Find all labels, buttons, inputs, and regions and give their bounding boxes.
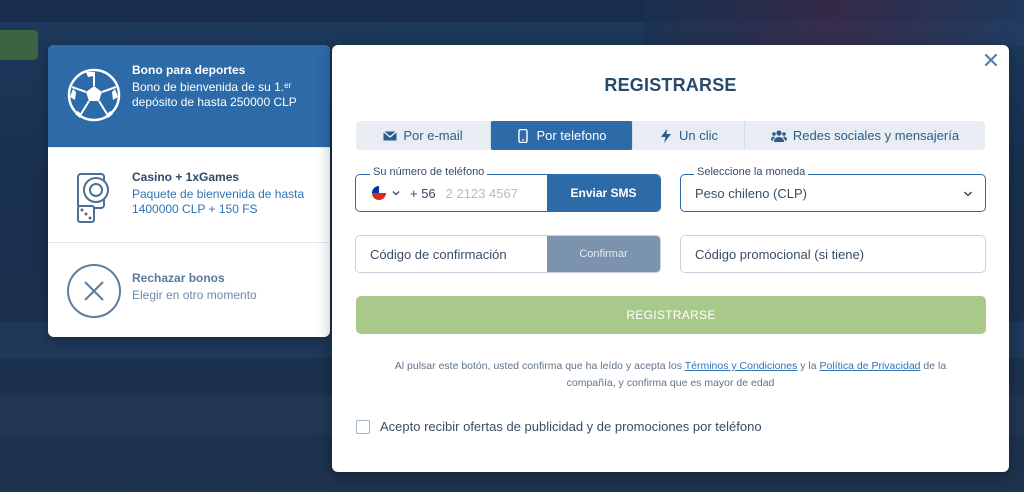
promo-code-input[interactable] <box>695 246 965 262</box>
modal-title: REGISTRARSE <box>604 75 737 95</box>
bonus-panel: Bono para deportes Bono de bienvenida de… <box>48 45 330 337</box>
tab-social[interactable]: Redes sociales y mensajería <box>745 121 985 150</box>
bonus-option-reject[interactable]: Rechazar bonos Elegir en otro momento <box>48 243 330 337</box>
tab-email[interactable]: Por e-mail <box>356 121 491 150</box>
tab-one-click[interactable]: Un clic <box>633 121 745 150</box>
chevron-down-icon[interactable] <box>392 189 400 197</box>
currency-value: Peso chileno (CLP) <box>695 185 807 201</box>
registration-tabs: Por e-mail Por telefono Un clic Redes so… <box>356 121 985 150</box>
casino-chips-icon <box>77 173 109 223</box>
tab-label: Por telefono <box>536 128 607 143</box>
currency-label: Seleccione la moneda <box>694 166 809 178</box>
bonus-option-casino[interactable]: Casino + 1xGames Paquete de bienvenida d… <box>48 148 330 243</box>
send-sms-button[interactable]: Enviar SMS <box>547 175 660 211</box>
registration-modal: ✕ REGISTRARSE Por e-mail Por telefono Un… <box>332 45 1009 472</box>
tab-phone[interactable]: Por telefono <box>491 121 633 150</box>
consent-row: Acepto recibir ofertas de publicidad y d… <box>356 419 762 434</box>
close-icon[interactable]: ✕ <box>981 50 1001 72</box>
terms-text-pre: Al pulsar este botón, usted confirma que… <box>394 360 685 372</box>
bonus-description: Elegir en otro momento <box>132 288 257 302</box>
phone-icon <box>518 128 529 143</box>
phone-input[interactable] <box>445 185 546 201</box>
confirmation-code-input[interactable] <box>370 246 540 262</box>
privacy-link[interactable]: Política de Privacidad <box>820 360 921 372</box>
bonus-title: Casino + 1xGames <box>132 170 240 184</box>
phone-label: Su número de teléfono <box>370 166 488 178</box>
tab-label: Redes sociales y mensajería <box>792 128 960 143</box>
lightning-icon <box>660 128 671 143</box>
bonus-description: Bono de bienvenida de su 1.ᵉʳ depósito d… <box>132 80 297 109</box>
close-circle-icon <box>67 264 121 318</box>
phone-prefix: + 56 <box>410 185 436 201</box>
chile-flag-icon[interactable] <box>372 186 386 200</box>
consent-label[interactable]: Acepto recibir ofertas de publicidad y d… <box>380 419 762 434</box>
envelope-icon <box>383 130 398 140</box>
users-icon <box>770 129 787 142</box>
terms-text-mid: y la <box>797 360 820 372</box>
bonus-title: Rechazar bonos <box>132 271 225 285</box>
confirmation-code-field: Confirmar <box>355 235 661 273</box>
soccer-ball-icon <box>67 68 121 122</box>
bonus-option-sports[interactable]: Bono para deportes Bono de bienvenida de… <box>48 45 330 148</box>
currency-select[interactable]: Peso chileno (CLP) <box>680 174 986 212</box>
terms-text: Al pulsar este botón, usted confirma que… <box>372 358 969 392</box>
promo-code-field <box>680 235 986 273</box>
bonus-title: Bono para deportes <box>132 63 246 77</box>
chevron-down-icon <box>963 191 973 197</box>
consent-checkbox[interactable] <box>356 419 370 434</box>
phone-field: + 56 Enviar SMS <box>355 174 661 212</box>
bonus-description: Paquete de bienvenida de hasta 1400000 C… <box>132 187 305 216</box>
confirm-button[interactable]: Confirmar <box>547 236 660 272</box>
tab-label: Por e-mail <box>403 128 463 143</box>
register-button[interactable]: REGISTRARSE <box>356 296 986 334</box>
tab-label: Un clic <box>678 128 718 143</box>
terms-link[interactable]: Términos y Condiciones <box>685 360 798 372</box>
